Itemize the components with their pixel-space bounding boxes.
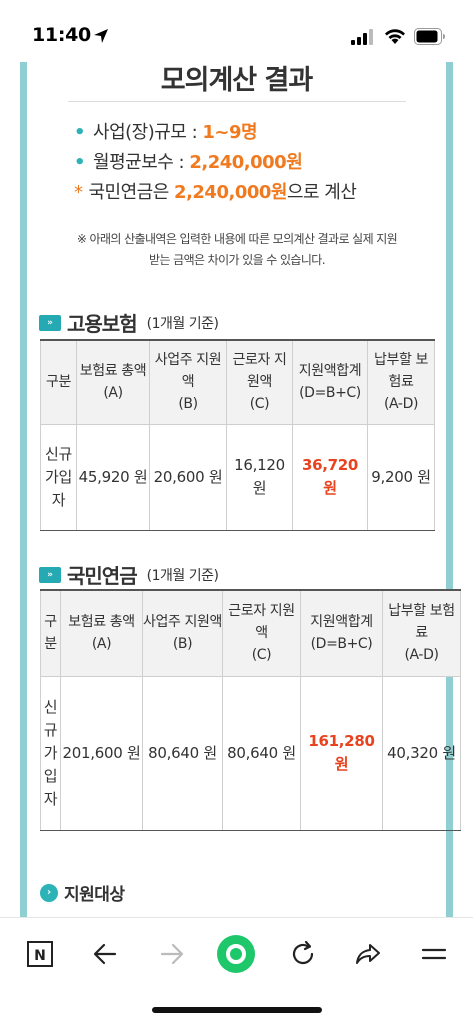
left-rail bbox=[20, 62, 27, 917]
forward-button[interactable] bbox=[150, 932, 194, 976]
section-arrow-icon: » bbox=[39, 314, 61, 331]
home-green-icon bbox=[217, 935, 255, 973]
header-employer-support: 사업주 지원액 (B) bbox=[142, 589, 223, 677]
support-sum-cell: 36,720 원 bbox=[292, 423, 368, 531]
premium-total-cell: 201,600 원 bbox=[60, 675, 143, 831]
signal-icon bbox=[351, 29, 373, 45]
battery-icon bbox=[414, 28, 445, 45]
pension-basis-line: * 국민연금은 2,240,000원으로 계산 bbox=[74, 178, 357, 204]
premium-total-cell: 45,920 원 bbox=[76, 423, 150, 531]
home-indicator[interactable] bbox=[152, 1007, 322, 1013]
status-bar: 11:40 bbox=[0, 0, 473, 62]
refresh-icon bbox=[292, 940, 314, 965]
pension-prefix: 국민연금은 bbox=[88, 182, 170, 203]
employment-title: 고용보험 bbox=[67, 312, 138, 336]
header-payable: 납부할 보험료 (A-D) bbox=[382, 589, 461, 677]
scale-value: 1~9명 bbox=[202, 122, 258, 143]
support-sum-cell: 161,280 원 bbox=[300, 675, 383, 831]
pension-section-header: » 국민연금 (1개월 기준) bbox=[39, 560, 219, 589]
calculation-notice: ※ 아래의 산출내역은 입력한 내용에 따른 모의계산 결과로 실제 지원 받는… bbox=[52, 229, 422, 271]
header-worker-support: 근로자 지원액 (C) bbox=[222, 589, 301, 677]
back-arrow-icon bbox=[93, 943, 117, 965]
header-category: 구분 bbox=[40, 589, 61, 677]
employment-header-row: 구분 보험료 총액 (A) 사업주 지원액 (B) 근로자 지원액 (C) 지원… bbox=[40, 339, 435, 425]
header-employer-support: 사업주 지원액 (B) bbox=[149, 339, 227, 425]
green-home-button[interactable] bbox=[214, 932, 258, 976]
scale-line: • 사업(장)규모 : 1~9명 bbox=[74, 118, 258, 144]
pension-table: 구분 보험료 총액 (A) 사업주 지원액 (B) 근로자 지원액 (C) 지원… bbox=[40, 589, 461, 831]
back-button[interactable] bbox=[83, 932, 127, 976]
worker-support-cell: 16,120 원 bbox=[226, 423, 293, 531]
naver-n-text: N bbox=[34, 948, 46, 964]
status-time: 11:40 bbox=[32, 24, 91, 46]
pension-note: (1개월 기준) bbox=[146, 567, 219, 584]
location-arrow-icon bbox=[94, 29, 108, 43]
payable-cell: 9,200 원 bbox=[367, 423, 435, 531]
wage-value: 2,240,000원 bbox=[189, 152, 303, 173]
row-label: 신규가입자 bbox=[40, 423, 77, 531]
notice-line-1: ※ 아래의 산출내역은 입력한 내용에 따른 모의계산 결과로 실제 지원 bbox=[76, 232, 398, 246]
header-support-sum: 지원액합계 (D=B+C) bbox=[292, 339, 368, 425]
bullet-dot-icon: • bbox=[74, 152, 86, 173]
header-category: 구분 bbox=[40, 339, 77, 425]
share-icon bbox=[356, 944, 380, 964]
naver-home-button[interactable]: N bbox=[18, 932, 62, 976]
wifi-icon bbox=[385, 29, 405, 44]
employment-data-row: 신규가입자 45,920 원 20,600 원 16,120 원 36,720 … bbox=[40, 423, 435, 531]
notice-line-2: 받는 금액은 차이가 있을 수 있습니다. bbox=[149, 253, 325, 267]
employment-table: 구분 보험료 총액 (A) 사업주 지원액 (B) 근로자 지원액 (C) 지원… bbox=[40, 339, 435, 531]
menu-button[interactable] bbox=[412, 932, 456, 976]
worker-support-cell: 80,640 원 bbox=[222, 675, 301, 831]
header-worker-support: 근로자 지원액 (C) bbox=[226, 339, 293, 425]
employer-support-cell: 80,640 원 bbox=[142, 675, 223, 831]
wage-label: 월평균보수 : bbox=[93, 152, 185, 173]
row-label: 신규가입자 bbox=[40, 675, 61, 831]
employment-section-header: » 고용보험 (1개월 기준) bbox=[39, 308, 219, 337]
pension-basis-value: 2,240,000원 bbox=[174, 182, 287, 203]
target-section-header[interactable]: › 지원대상 bbox=[40, 880, 125, 905]
title-divider bbox=[68, 101, 406, 102]
target-title: 지원대상 bbox=[64, 885, 125, 905]
naver-n-icon: N bbox=[27, 941, 53, 967]
bullet-dot-icon: • bbox=[74, 122, 86, 143]
scale-label: 사업(장)규모 : bbox=[93, 122, 198, 143]
payable-cell: 40,320 원 bbox=[382, 675, 461, 831]
header-premium-total: 보험료 총액 (A) bbox=[76, 339, 150, 425]
share-button[interactable] bbox=[346, 932, 390, 976]
pension-suffix: 으로 계산 bbox=[286, 182, 357, 203]
forward-arrow-icon bbox=[160, 943, 184, 965]
wage-line: • 월평균보수 : 2,240,000원 bbox=[74, 148, 303, 174]
refresh-button[interactable] bbox=[281, 932, 325, 976]
pension-data-row: 신규가입자 201,600 원 80,640 원 80,640 원 161,28… bbox=[40, 675, 461, 831]
pension-title: 국민연금 bbox=[67, 564, 138, 588]
header-support-sum: 지원액합계 (D=B+C) bbox=[300, 589, 383, 677]
pension-header-row: 구분 보험료 총액 (A) 사업주 지원액 (B) 근로자 지원액 (C) 지원… bbox=[40, 589, 461, 677]
header-premium-total: 보험료 총액 (A) bbox=[60, 589, 143, 677]
page-title: 모의계산 결과 bbox=[160, 65, 313, 96]
chevron-circle-icon: › bbox=[40, 883, 58, 902]
header-payable: 납부할 보험료 (A-D) bbox=[367, 339, 435, 425]
employment-note: (1개월 기준) bbox=[146, 315, 219, 332]
employer-support-cell: 20,600 원 bbox=[149, 423, 227, 531]
section-arrow-icon: » bbox=[39, 566, 61, 583]
menu-icon bbox=[421, 948, 447, 960]
asterisk-icon: * bbox=[74, 182, 83, 203]
